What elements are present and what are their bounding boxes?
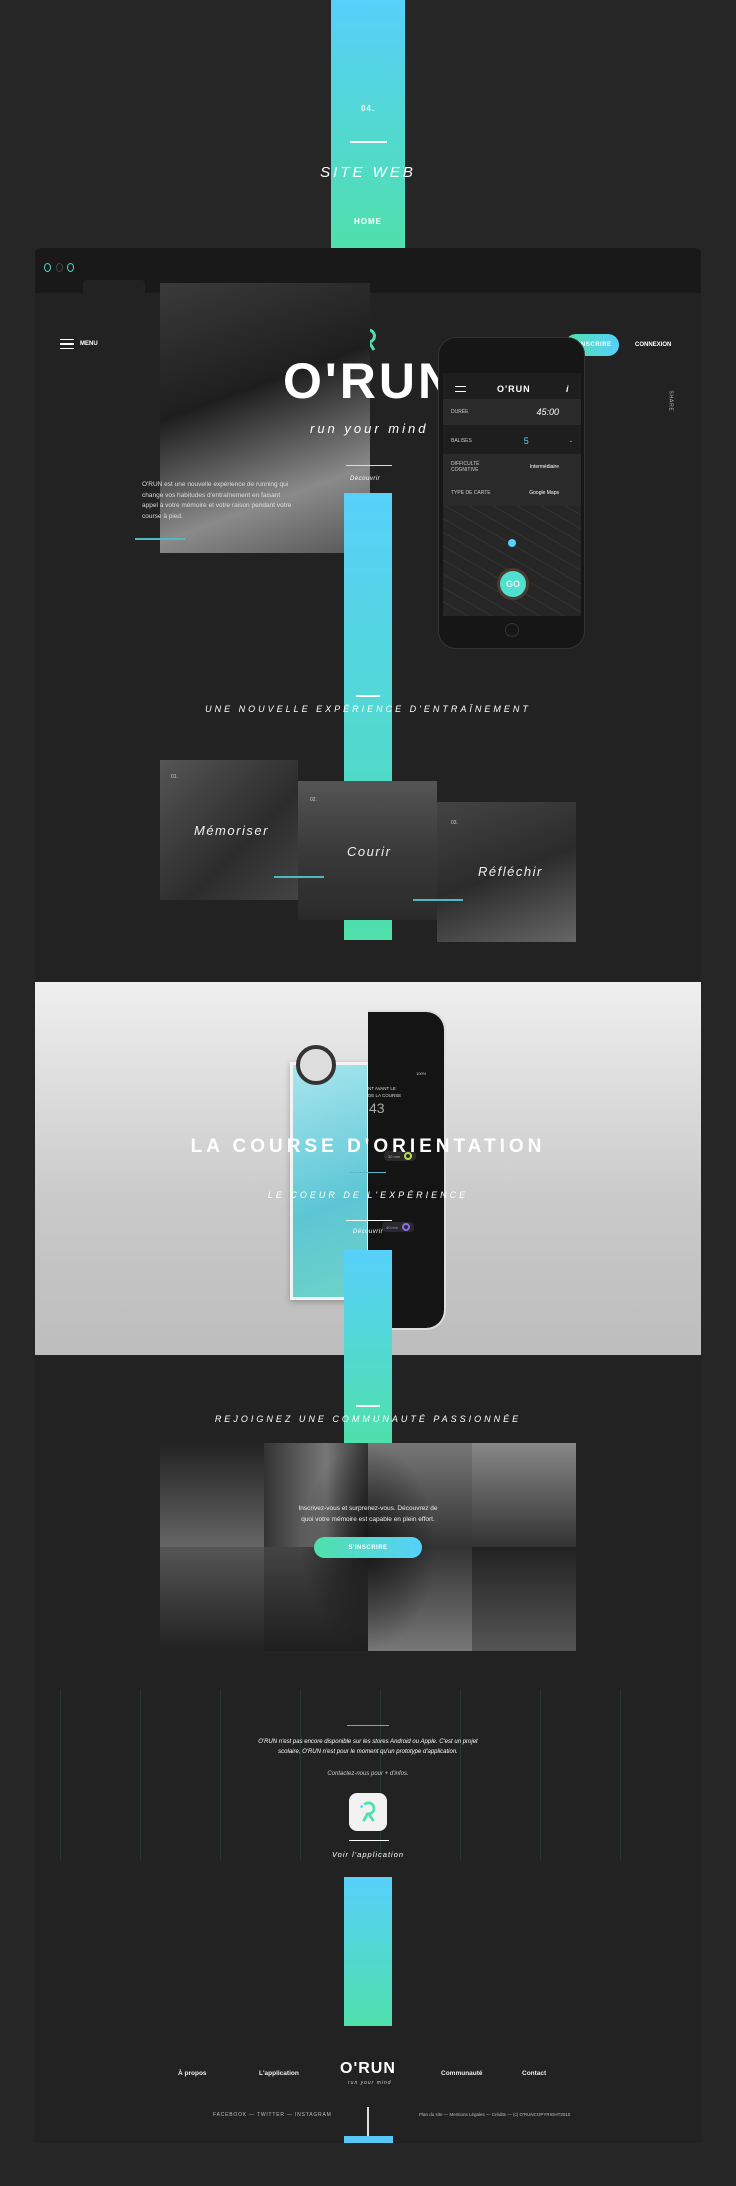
footer-logo[interactable]: O'RUN bbox=[340, 2060, 396, 2078]
window-minimize-button[interactable] bbox=[56, 263, 63, 272]
footer-accent-bar bbox=[344, 2136, 393, 2143]
discover-arrow-line bbox=[346, 465, 392, 466]
card-number: 01. bbox=[171, 774, 178, 780]
app-availability-text: O'RUN n'est pas encore disponible sur le… bbox=[258, 1739, 478, 1755]
divider bbox=[350, 141, 387, 143]
divider bbox=[350, 1172, 386, 1173]
social-links[interactable]: FACEBOOK — TWITTER — INSTAGRAM bbox=[213, 2112, 332, 2118]
phone-info-icon[interactable]: i bbox=[566, 384, 569, 394]
window-maximize-button[interactable] bbox=[67, 263, 74, 272]
hero-tagline: run your mind bbox=[310, 421, 429, 436]
arrow-line bbox=[349, 1840, 389, 1841]
divider bbox=[356, 695, 380, 697]
page-title: SITE WEB bbox=[320, 164, 416, 181]
card-accent-line bbox=[413, 899, 463, 901]
card-number: 03. bbox=[451, 820, 458, 826]
window-close-button[interactable] bbox=[44, 263, 51, 272]
contact-text[interactable]: Contactez-nous pour + d'infos. bbox=[250, 1771, 486, 1777]
orientation-subtitle: LE COEUR DE L'EXPÉRIENCE bbox=[267, 1190, 469, 1200]
card-title: Réfléchir bbox=[478, 864, 543, 879]
phone-menu-icon[interactable] bbox=[455, 386, 466, 392]
phone-status: 100% bbox=[416, 1071, 427, 1076]
login-link[interactable]: CONNEXION bbox=[635, 342, 671, 348]
hero-accent-line bbox=[135, 538, 185, 540]
header-accent-bar bbox=[331, 0, 405, 248]
share-label[interactable]: SHARE bbox=[668, 390, 674, 411]
phone-row-duration[interactable]: DURÉE 45:00 bbox=[443, 399, 581, 425]
browser-tab[interactable] bbox=[83, 280, 145, 293]
footer-tagline: run your mind bbox=[348, 2080, 392, 2086]
page-subtitle: HOME bbox=[354, 217, 382, 226]
phone-home-button[interactable] bbox=[505, 623, 519, 637]
menu-label[interactable]: MENU bbox=[80, 341, 98, 347]
footer-link-app[interactable]: L'application bbox=[259, 2070, 299, 2077]
footer-link-community[interactable]: Communauté bbox=[441, 2070, 483, 2077]
go-button[interactable]: GO bbox=[497, 568, 529, 600]
legal-links[interactable]: Plan du site — Mentions Légales — Crédit… bbox=[419, 2112, 570, 2117]
app-icon[interactable] bbox=[349, 1793, 387, 1831]
footer-link-about[interactable]: À propos bbox=[178, 2070, 207, 2077]
discover-arrow-line bbox=[346, 1220, 392, 1221]
features-title: UNE NOUVELLE EXPÉRIENCE D'ENTRAÎNEMENT bbox=[205, 704, 531, 714]
card-accent-line bbox=[274, 876, 324, 878]
community-text: Inscrivez-vous et surprenez-vous. Découv… bbox=[298, 1505, 438, 1523]
community-signup-button[interactable]: S'INSCRIRE bbox=[314, 1537, 422, 1558]
phone-row-difficulty[interactable]: DIFFICULTÉ COGNITIVE Intermédiaire bbox=[443, 454, 581, 480]
compass-image bbox=[296, 1045, 336, 1085]
orientation-discover-link[interactable]: Découvrir bbox=[330, 1229, 406, 1235]
center-accent-bar bbox=[344, 1877, 392, 2026]
chevron-down-icon: ⌄ bbox=[568, 438, 573, 444]
phone-row-map-type[interactable]: TYPE DE CARTE Google Maps bbox=[443, 480, 581, 506]
card-title: Mémoriser bbox=[194, 823, 269, 838]
hero-description: O'RUN est une nouvelle expérience de run… bbox=[142, 481, 292, 520]
view-app-link[interactable]: Voir l'application bbox=[318, 1850, 418, 1859]
divider bbox=[347, 1725, 389, 1726]
phone-heading: NT AVANT LE DE LA COURSE bbox=[368, 1086, 402, 1098]
card-title: Courir bbox=[347, 844, 392, 859]
phone-row-beacons[interactable]: BALISES 5 ⌄ bbox=[443, 428, 581, 454]
discover-link[interactable]: Découvrir bbox=[350, 476, 380, 482]
footer-link-contact[interactable]: Contact bbox=[522, 2070, 546, 2077]
card-number: 02. bbox=[310, 797, 317, 803]
menu-icon[interactable] bbox=[60, 339, 74, 349]
community-title: REJOIGNEZ UNE COMMUNAUTÉ PASSIONNÉE bbox=[214, 1414, 522, 1424]
hero-logo: O'RUN bbox=[283, 353, 458, 409]
phone-timer: 43 bbox=[369, 1100, 385, 1116]
location-marker-icon bbox=[508, 539, 516, 547]
section-number: 04. bbox=[360, 104, 376, 113]
divider bbox=[356, 1405, 380, 1407]
orientation-title: LA COURSE D'ORIENTATION bbox=[190, 1136, 546, 1157]
phone-logo: O'RUN bbox=[497, 384, 531, 394]
